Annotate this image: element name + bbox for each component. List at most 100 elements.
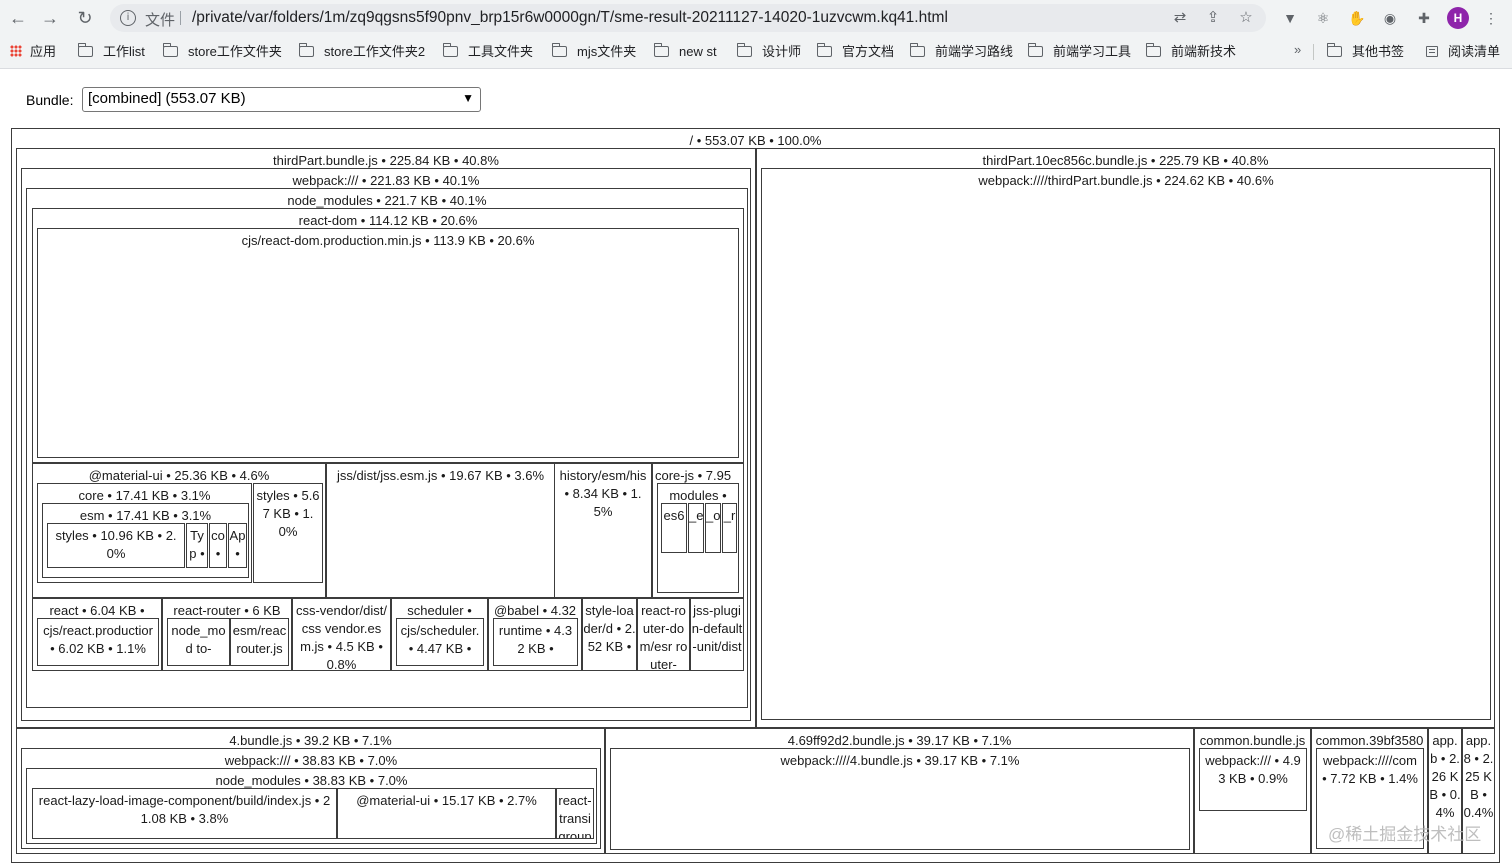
treemap-node-core-js-e[interactable]: _e <box>688 503 704 553</box>
folder-icon <box>299 43 314 57</box>
vue-devtools-icon[interactable]: ▼ <box>1281 9 1299 27</box>
bookmark-reading-list[interactable]: 阅读清单 <box>1426 43 1500 61</box>
treemap-label: runtime • 4.32 KB • <box>498 623 573 656</box>
url-scheme-label: 文件 <box>145 12 176 29</box>
treemap-node-mui-typ[interactable]: Typ • <box>186 523 208 568</box>
bookmark-folder[interactable]: 前端新技术 <box>1146 43 1236 61</box>
watermark: @稀土掘金技术社区 <box>1328 825 1482 844</box>
folder-icon <box>817 43 832 57</box>
translate-icon[interactable]: ⇄ <box>1171 9 1189 27</box>
treemap-node-react-dom-cjs[interactable]: cjs/react-dom.production.min.js • 113.9 … <box>37 228 739 458</box>
bookmark-folder[interactable]: 官方文档 <box>817 43 894 61</box>
treemap-node-rr-node-modules[interactable]: node_mod to- <box>167 618 230 666</box>
treemap-node-core-js-es6[interactable]: es6 <box>661 503 687 553</box>
treemap-label: Typ • <box>189 528 205 561</box>
treemap-node-react-transition-group[interactable]: react-transi group <box>556 788 594 839</box>
treemap-node-css-vendor[interactable]: css-vendor/dist/css vendor.esm.js • 4.5 … <box>292 598 391 671</box>
treemap-label: _o <box>706 508 721 523</box>
treemap-node-lazy-load-image[interactable]: react-lazy-load-image-component/build/in… <box>32 788 337 839</box>
treemap-node-thirdpart-hash-webpack[interactable]: webpack:////thirdPart.bundle.js • 224.62… <box>761 168 1491 720</box>
bookmark-folder[interactable]: 工具文件夹 <box>443 43 533 61</box>
bookmark-folder[interactable]: 前端学习路线 <box>910 43 1013 61</box>
browser-toolbar: ← → ↻ i 文件 /private/var/folders/1m/zq9qg… <box>0 0 1512 36</box>
bookmark-folder[interactable]: 工作list <box>78 43 145 61</box>
extension-icon[interactable]: ✋ <box>1348 9 1366 27</box>
back-arrow-icon[interactable]: ← <box>6 6 30 30</box>
bookmark-folder[interactable]: 设计师 <box>737 43 801 61</box>
folder-icon <box>654 43 669 57</box>
bookmark-folder[interactable]: store工作文件夹 <box>163 43 282 61</box>
treemap-node-common-webpack[interactable]: webpack:/// • 4.93 KB • 0.9% <box>1199 748 1307 811</box>
info-icon[interactable]: i <box>120 10 136 26</box>
avatar[interactable]: H <box>1447 7 1469 29</box>
treemap-node-scheduler-cjs[interactable]: cjs/scheduler. • 4.47 KB • <box>396 618 484 666</box>
treemap-label: @material-ui • 15.17 KB • 2.7% <box>356 793 537 808</box>
treemap-label: webpack:////com • 7.72 KB • 1.4% <box>1322 753 1418 786</box>
treemap-node-core-js-o[interactable]: _o <box>705 503 721 553</box>
treemap-node-mui-styles[interactable]: styles • 5.67 KB • 1.0% <box>253 483 323 583</box>
treemap-node-rr-esm[interactable]: esm/reac router.js <box>230 618 289 666</box>
treemap-label: history/esm/his • 8.34 KB • 1.5% <box>559 468 647 519</box>
folder-icon <box>163 43 178 57</box>
bookmark-apps[interactable]: 应用 <box>10 43 56 61</box>
bookmark-other[interactable]: 其他书签 <box>1327 43 1404 61</box>
treemap-label: webpack:/// • 4.93 KB • 0.9% <box>1205 753 1301 786</box>
url-separator <box>180 11 181 25</box>
bookmarks-bar: 应用 工作list store工作文件夹 store工作文件夹2 工具文件夹 m… <box>0 36 1512 69</box>
treemap-node-bundle4-material-ui[interactable]: @material-ui • 15.17 KB • 2.7% <box>337 788 556 839</box>
url-text[interactable]: /private/var/folders/1m/zq9qgsns5f90pnv_… <box>192 9 948 27</box>
star-icon[interactable]: ☆ <box>1237 9 1255 27</box>
treemap-label: _r <box>723 508 736 523</box>
treemap-node-style-loader[interactable]: style-loader/d • 2.52 KB • <box>582 598 637 671</box>
bundle-label: Bundle: <box>26 92 74 108</box>
treemap-label: cjs/react-dom.production.min.js • 113.9 … <box>241 233 535 248</box>
treemap-node-react-router-dom[interactable]: react-router-dom/esr router- <box>637 598 690 671</box>
forward-arrow-icon[interactable]: → <box>38 6 62 30</box>
treemap-node-jss[interactable]: jss/dist/jss.esm.js • 19.67 KB • 3.6% <box>326 463 555 598</box>
treemap-label: cjs/react.productior • 6.02 KB • 1.1% <box>43 623 153 656</box>
treemap-label: _e <box>689 508 704 523</box>
reload-icon[interactable]: ↻ <box>73 6 97 30</box>
chevron-down-icon: ▼ <box>462 91 474 105</box>
bundle-select[interactable]: [combined] (553.07 KB) ▼ <box>82 87 481 112</box>
treemap-label: webpack:////thirdPart.bundle.js • 224.62… <box>978 173 1274 188</box>
menu-dots-icon[interactable]: ⋮ <box>1482 9 1500 27</box>
treemap-node-babel-runtime[interactable]: runtime • 4.32 KB • <box>493 618 578 666</box>
folder-icon <box>910 43 925 57</box>
treemap-node-mui-esm-styles[interactable]: styles • 10.96 KB • 2.0% <box>47 523 185 568</box>
treemap-node-react-cjs[interactable]: cjs/react.productior • 6.02 KB • 1.1% <box>37 618 159 666</box>
treemap-node-core-js-r[interactable]: _r <box>722 503 737 553</box>
bookmarks-overflow-button[interactable]: » <box>1294 42 1301 57</box>
share-icon[interactable]: ⇪ <box>1204 9 1222 27</box>
treemap-label: es6 <box>663 508 685 523</box>
bookmark-folder[interactable]: mjs文件夹 <box>552 43 636 61</box>
folder-icon <box>78 43 93 57</box>
bookmark-folder[interactable]: 前端学习工具 <box>1028 43 1131 61</box>
treemap-label: react-transi group <box>558 793 592 839</box>
extension-icon[interactable]: ◉ <box>1381 9 1399 27</box>
apps-grid-icon <box>10 45 22 57</box>
treemap-label: style-loader/d • 2.52 KB • <box>583 603 636 654</box>
puzzle-icon[interactable]: ✚ <box>1415 9 1433 27</box>
folder-icon <box>1146 43 1161 57</box>
treemap-label: jss/dist/jss.esm.js • 19.67 KB • 3.6% <box>336 468 545 483</box>
bookmark-folder[interactable]: new st <box>654 43 717 61</box>
treemap-label: co • <box>211 528 225 561</box>
treemap-node-history[interactable]: history/esm/his • 8.34 KB • 1.5% <box>554 463 652 598</box>
address-bar[interactable]: i 文件 /private/var/folders/1m/zq9qgsns5f9… <box>110 4 1266 32</box>
folder-icon <box>737 43 752 57</box>
treemap-label: app.8 • 2.25 KB • 0.4% <box>1463 733 1494 820</box>
treemap-label: jss-plugin-default-unit/dist <box>691 603 743 654</box>
treemap-label: esm/reac router.js <box>232 623 287 656</box>
treemap-label: styles • 10.96 KB • 2.0% <box>55 528 177 561</box>
treemap-node-mui-ap[interactable]: Ap • <box>228 523 247 568</box>
treemap-label: cjs/scheduler. • 4.47 KB • <box>400 623 480 656</box>
treemap-node-bundle4-hash-webpack[interactable]: webpack:////4.bundle.js • 39.17 KB • 7.1… <box>610 748 1190 850</box>
treemap-label: webpack:////4.bundle.js • 39.17 KB • 7.1… <box>780 753 1020 768</box>
treemap-node-mui-co[interactable]: co • <box>209 523 227 568</box>
treemap-node-jss-plugin[interactable]: jss-plugin-default-unit/dist <box>690 598 744 671</box>
bookmark-folder[interactable]: store工作文件夹2 <box>299 43 425 61</box>
react-devtools-icon[interactable]: ⚛ <box>1314 9 1332 27</box>
treemap-label: css-vendor/dist/css vendor.esm.js • 4.5 … <box>295 603 388 671</box>
folder-icon <box>552 43 567 57</box>
